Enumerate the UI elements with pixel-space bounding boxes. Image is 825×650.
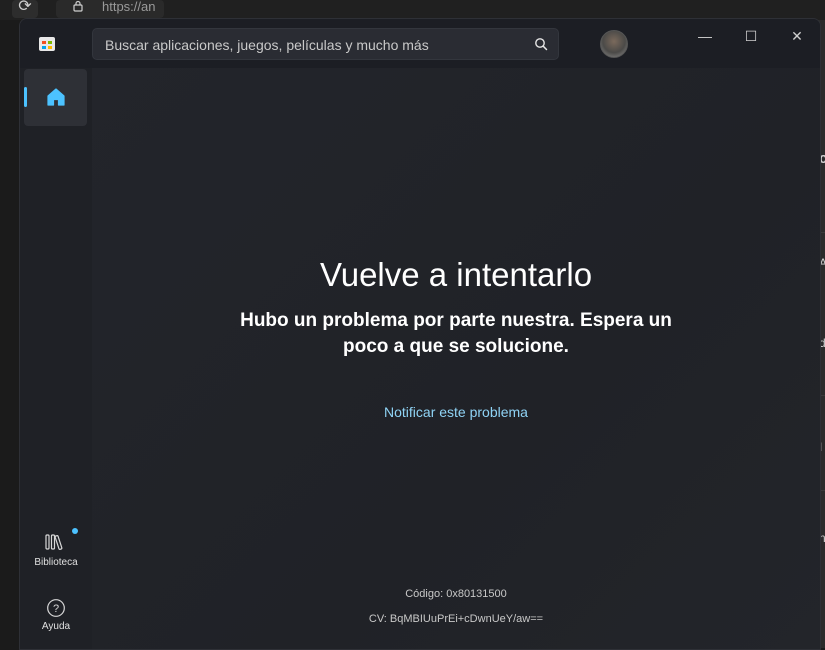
library-icon [45, 532, 67, 552]
user-avatar[interactable] [600, 30, 628, 58]
home-icon [45, 86, 67, 108]
search-input[interactable] [103, 29, 527, 61]
report-problem-link[interactable]: Notificar este problema [92, 404, 820, 420]
store-app-icon [39, 37, 55, 51]
sidebar-item-label: Biblioteca [34, 557, 78, 568]
sidebar-item-home[interactable] [24, 69, 87, 126]
main-content: Vuelve a intentarlo Hubo un problema por… [92, 68, 820, 649]
sidebar-item-library[interactable]: Biblioteca [20, 525, 92, 577]
correlation-vector: CV: BqMBIUuPrEi+cDwnUeY/aw== [368, 613, 544, 625]
svg-text:?: ? [53, 603, 59, 615]
address-bar-text: https://an [102, 0, 156, 14]
help-icon: ? [46, 598, 66, 618]
close-button[interactable]: ✕ [782, 27, 812, 47]
lock-icon [72, 0, 84, 12]
selected-indicator [24, 87, 27, 107]
search-box[interactable] [92, 28, 559, 61]
title-bar: — ☐ ✕ [20, 19, 820, 68]
sidebar-item-label: Ayuda [41, 621, 71, 632]
browser-toolbar: ⟳ https://an [0, 0, 825, 20]
minimize-button[interactable]: — [690, 27, 720, 47]
error-message: Hubo un problema por parte nuestra. Espe… [240, 310, 672, 357]
sidebar-item-help[interactable]: ? Ayuda [20, 589, 92, 641]
error-title: Vuelve a intentarlo [319, 256, 593, 293]
notification-dot [72, 528, 78, 534]
sidebar: Biblioteca ? Ayuda [20, 68, 92, 649]
store-window: — ☐ ✕ Biblioteca ? Ayuda Vuelve a intent… [19, 18, 821, 650]
reload-icon[interactable]: ⟳ [12, 0, 38, 18]
search-icon[interactable] [534, 37, 548, 51]
error-code: Código: 0x80131500 [405, 588, 507, 600]
maximize-button[interactable]: ☐ [736, 27, 766, 47]
